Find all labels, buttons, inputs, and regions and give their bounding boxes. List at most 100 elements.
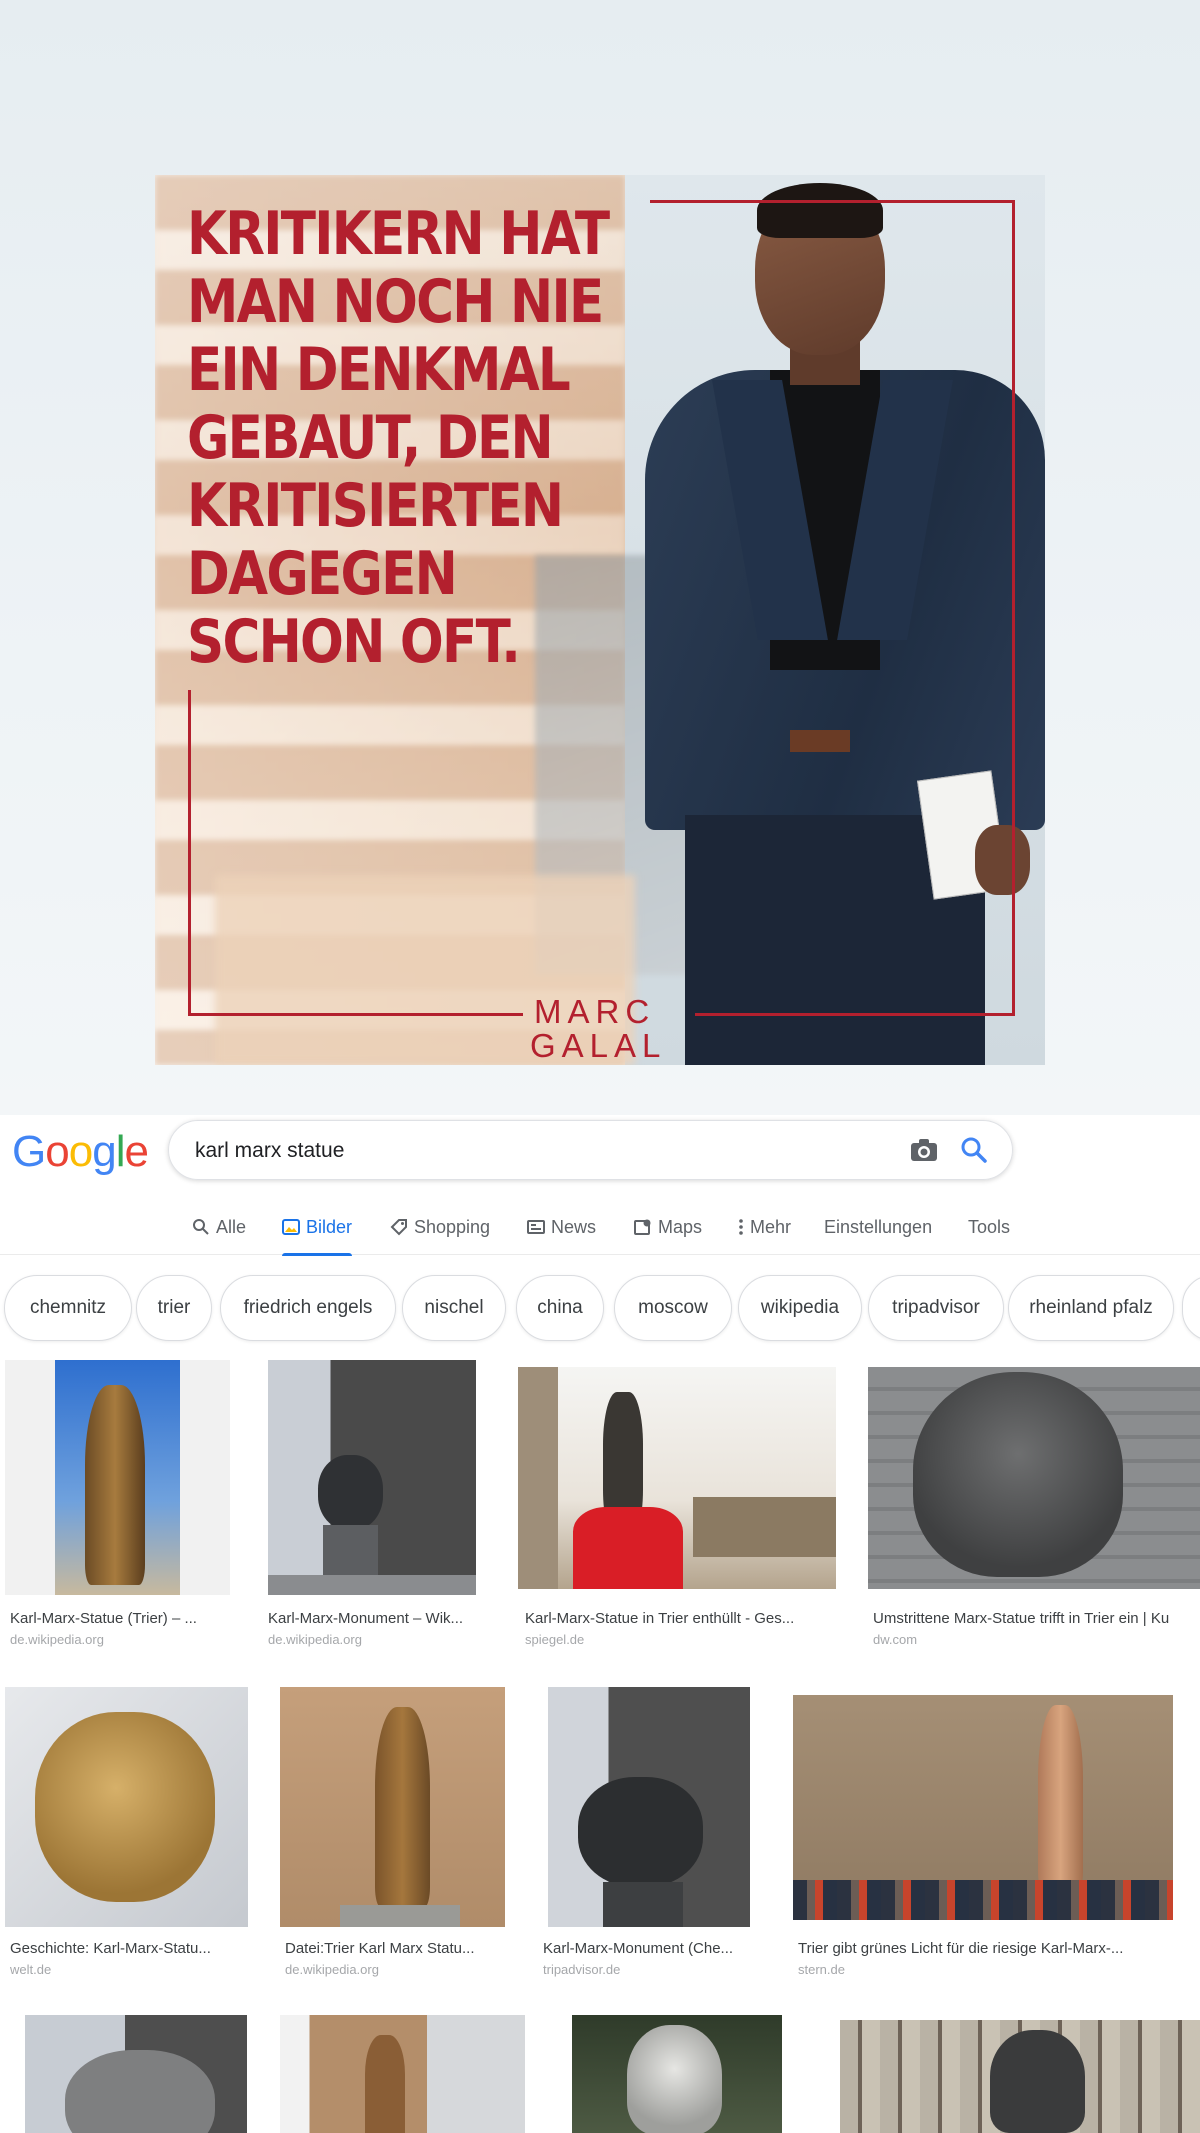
image-icon	[282, 1219, 300, 1235]
image-result[interactable]	[25, 2015, 250, 2133]
quote-text: KRITIKERN HAT MAN NOCH NIE EIN DENKMAL G…	[187, 200, 610, 677]
result-thumbnail[interactable]	[840, 2020, 1200, 2133]
brand-line: GALAL	[530, 1027, 667, 1064]
head-statue	[318, 1455, 383, 1530]
chip[interactable]: china	[516, 1275, 604, 1341]
chip[interactable]: rheinland pfalz	[1008, 1275, 1174, 1341]
quote-line: DAGEGEN	[187, 539, 458, 609]
result-title[interactable]: Trier gibt grünes Licht für die riesige …	[798, 1940, 1168, 1957]
logo-letter: o	[68, 1127, 94, 1176]
result-thumbnail[interactable]	[5, 1360, 230, 1595]
image-result[interactable]	[572, 2015, 782, 2133]
tab-label: Maps	[658, 1217, 703, 1237]
brand-line: MARC	[534, 993, 656, 1030]
chip[interactable]: friedrich engels	[220, 1275, 396, 1341]
tab-label: Alle	[216, 1217, 247, 1237]
tab-shopping[interactable]: Shopping	[390, 1207, 490, 1255]
result-title[interactable]: Datei:Trier Karl Marx Statu...	[285, 1940, 505, 1957]
tab-bilder[interactable]: Bilder	[282, 1207, 353, 1256]
result-title[interactable]: Karl-Marx-Statue (Trier) – ...	[10, 1610, 235, 1627]
result-source: tripadvisor.de	[543, 1962, 621, 1977]
quote-line: EIN DENKMAL	[187, 335, 571, 405]
tab-mehr[interactable]: Mehr	[738, 1207, 791, 1255]
search-icon[interactable]	[959, 1135, 989, 1165]
search-input[interactable]	[195, 1136, 875, 1166]
ground	[268, 1575, 476, 1595]
image-result[interactable]: Karl-Marx-Monument – Wik... de.wikipedia…	[268, 1360, 488, 1647]
image-result[interactable]: Karl-Marx-Statue in Trier enthüllt - Ges…	[518, 1367, 838, 1647]
person-photo	[605, 175, 1045, 1065]
result-thumbnail[interactable]	[280, 2015, 525, 2133]
image-result[interactable]	[280, 2015, 525, 2133]
hand	[975, 825, 1030, 895]
result-thumbnail[interactable]	[868, 1367, 1200, 1589]
logo-letter: o	[45, 1127, 70, 1176]
frame-line-right	[1012, 200, 1015, 1015]
chip[interactable]: tripadvisor	[868, 1275, 1004, 1341]
tab-einstellungen[interactable]: Einstellungen	[824, 1207, 932, 1255]
quote-line: MAN NOCH NIE	[187, 267, 604, 337]
result-thumbnail[interactable]	[268, 1360, 476, 1595]
chip[interactable]: trier	[136, 1275, 212, 1341]
chip[interactable]: chemnitz	[4, 1275, 132, 1341]
statue-shape	[365, 2035, 405, 2133]
google-logo[interactable]: Google	[12, 1127, 149, 1177]
image-result[interactable]: Geschichte: Karl-Marx-Statu... welt.de	[5, 1687, 260, 1977]
result-thumbnail[interactable]	[280, 1687, 505, 1927]
image-result[interactable]	[840, 2020, 1200, 2133]
result-thumbnail[interactable]	[548, 1687, 750, 1927]
tab-news[interactable]: News	[527, 1207, 596, 1255]
head-statue	[913, 1372, 1123, 1577]
chip[interactable]: wikipedia	[738, 1275, 862, 1341]
search-icon	[193, 1219, 209, 1235]
head-statue	[578, 1777, 703, 1887]
result-thumbnail[interactable]	[5, 1687, 248, 1927]
result-title[interactable]: Geschichte: Karl-Marx-Statu...	[10, 1940, 250, 1957]
search-box[interactable]	[168, 1120, 1013, 1180]
result-thumbnail[interactable]	[572, 2015, 782, 2133]
chip-overflow[interactable]	[1182, 1275, 1200, 1341]
belt	[790, 730, 850, 752]
result-source: welt.de	[10, 1962, 52, 1977]
result-thumbnail[interactable]	[25, 2015, 247, 2133]
logo-letter: e	[124, 1127, 149, 1176]
head-statue	[65, 2050, 215, 2133]
related-search-chips: chemnitz trier friedrich engels nischel …	[0, 1275, 1200, 1343]
search-tabs: Alle Bilder Shopping News Maps Mehr Eins…	[0, 1207, 1200, 1256]
image-result[interactable]: Karl-Marx-Monument (Che... tripadvisor.d…	[543, 1687, 763, 1977]
result-thumbnail[interactable]	[793, 1695, 1173, 1920]
pedestal	[340, 1905, 460, 1927]
image-result[interactable]: Karl-Marx-Statue (Trier) – ... de.wikipe…	[5, 1360, 245, 1647]
quote-line: SCHON OFT.	[187, 607, 521, 677]
tab-alle[interactable]: Alle	[192, 1207, 246, 1255]
image-result[interactable]: Umstrittene Marx-Statue trifft in Trier …	[868, 1367, 1200, 1647]
result-source: de.wikipedia.org	[10, 1632, 104, 1647]
logo-letter: g	[92, 1127, 117, 1176]
bronze-head	[35, 1712, 215, 1902]
tab-tools[interactable]: Tools	[968, 1207, 1010, 1255]
map-icon	[634, 1219, 651, 1235]
result-thumbnail[interactable]	[518, 1367, 836, 1589]
result-source: de.wikipedia.org	[268, 1632, 362, 1647]
result-title[interactable]: Karl-Marx-Statue in Trier enthüllt - Ges…	[525, 1610, 835, 1627]
result-source: dw.com	[873, 1632, 918, 1647]
camera-icon[interactable]	[909, 1137, 939, 1163]
image-result[interactable]: Trier gibt grünes Licht für die riesige …	[793, 1695, 1173, 1977]
image-result[interactable]: Datei:Trier Karl Marx Statu... de.wikipe…	[280, 1687, 520, 1977]
result-title[interactable]: Karl-Marx-Monument – Wik...	[268, 1610, 483, 1627]
statue-shape	[85, 1385, 145, 1585]
result-source: de.wikipedia.org	[285, 1962, 379, 1977]
google-image-search: Google Alle Bilder Shopping News	[0, 1115, 1200, 2133]
tab-label: Einstellungen	[824, 1217, 933, 1237]
more-vert-icon	[739, 1219, 743, 1235]
marble-bust	[627, 2025, 722, 2133]
red-cover	[573, 1507, 683, 1589]
result-title[interactable]: Umstrittene Marx-Statue trifft in Trier …	[873, 1610, 1200, 1627]
chip[interactable]: moscow	[614, 1275, 732, 1341]
result-title[interactable]: Karl-Marx-Monument (Che...	[543, 1940, 753, 1957]
brand-logo: MARC GALAL	[530, 995, 666, 1063]
tab-maps[interactable]: Maps	[634, 1207, 702, 1255]
chip[interactable]: nischel	[402, 1275, 506, 1341]
logo-letter: l	[115, 1127, 126, 1176]
stone-wall	[693, 1497, 836, 1557]
